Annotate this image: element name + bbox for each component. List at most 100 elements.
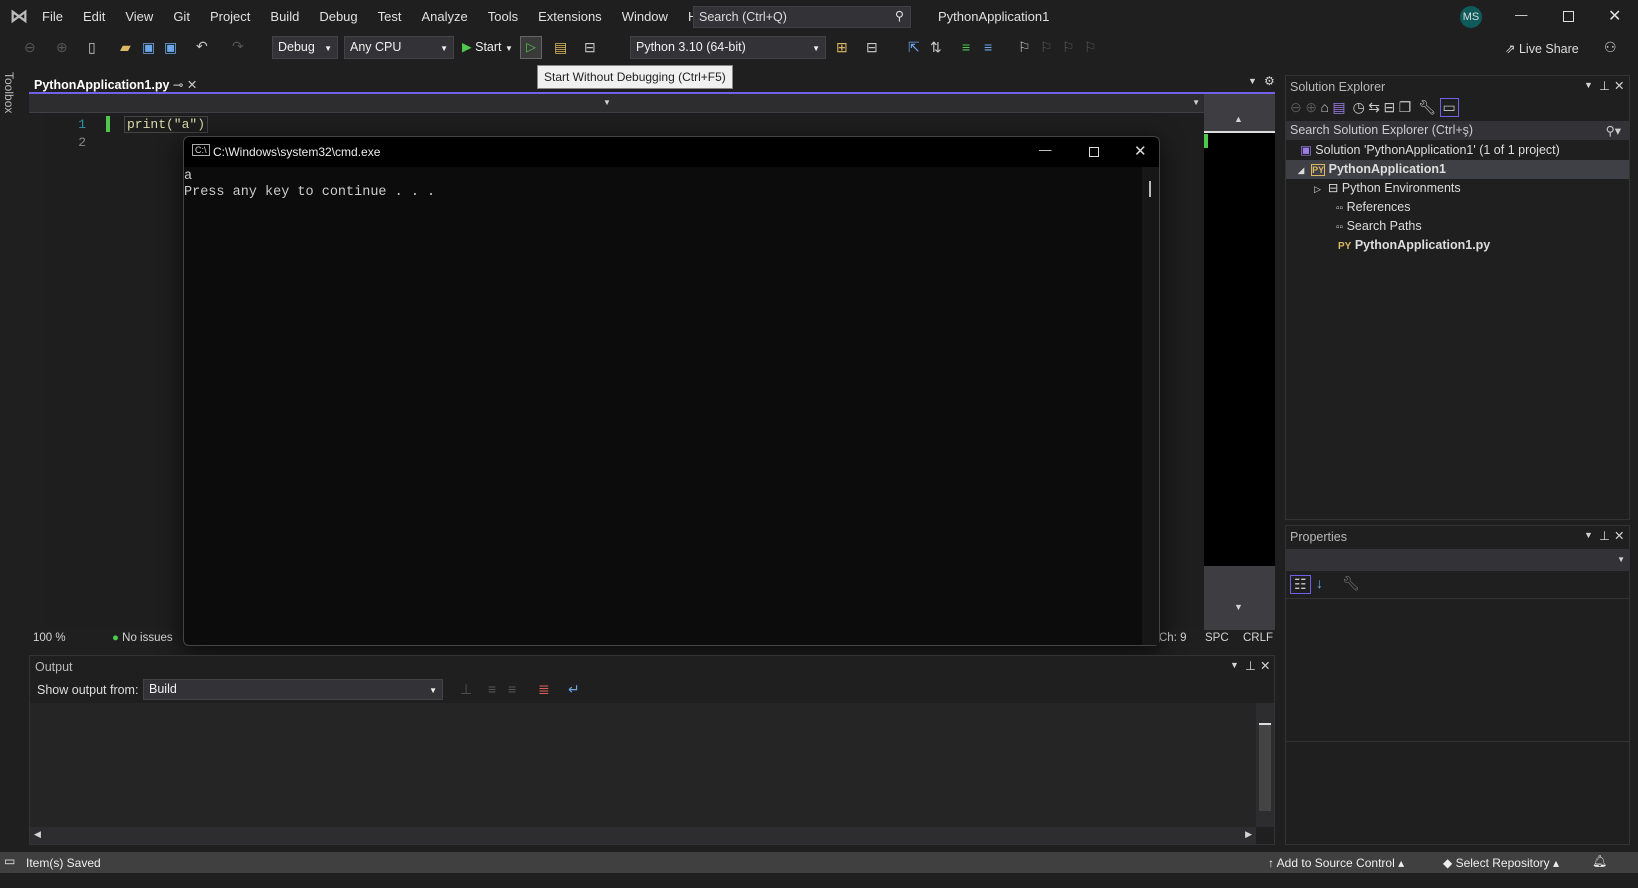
package-icon[interactable]: ⊞ [836, 39, 848, 56]
expanded-icon[interactable]: ◢ [1298, 166, 1304, 175]
prev-bookmark-icon[interactable]: ⚐ [1040, 39, 1053, 56]
settings-icon[interactable]: ⚙ [1264, 74, 1275, 88]
menu-debug[interactable]: Debug [319, 9, 357, 24]
minimize-button[interactable]: — [1515, 8, 1528, 22]
configuration-dropdown[interactable]: Debug ▼ [272, 36, 338, 59]
property-pages-icon[interactable]: 🔧︎ [1342, 575, 1360, 592]
menu-test[interactable]: Test [378, 9, 402, 24]
cmd-window[interactable]: C:\ C:\Windows\system32\cmd.exe — ✕ a Pr… [183, 136, 1160, 646]
open-folder-icon[interactable]: ▰ [120, 39, 131, 56]
prev-message-icon[interactable]: ≡ [488, 681, 496, 697]
show-all-files-icon[interactable]: ❐ [1399, 99, 1412, 116]
new-project-icon[interactable]: ▯ [88, 39, 96, 56]
spacing-indicator[interactable]: SPC [1205, 632, 1229, 644]
search-input[interactable]: Search (Ctrl+Q) ⚲ [693, 6, 911, 28]
alphabetical-icon[interactable]: ↓ [1316, 575, 1323, 591]
solution-search-input[interactable]: Search Solution Explorer (Ctrl+ş) ⚲▾ [1286, 121, 1629, 140]
next-message-icon[interactable]: ≡ [508, 681, 516, 697]
tree-item-project[interactable]: ◢ PY PythonApplication1 [1286, 160, 1629, 179]
menu-build[interactable]: Build [270, 9, 299, 24]
menu-analyze[interactable]: Analyze [421, 9, 467, 24]
save-all-icon[interactable]: ▣ [164, 39, 177, 56]
tree-item-search-paths[interactable]: ▫▫ Search Paths [1286, 217, 1629, 236]
menu-window[interactable]: Window [622, 9, 668, 24]
cmd-scrollbar[interactable] [1142, 167, 1159, 645]
tree-item-references[interactable]: ▫▫ References [1286, 198, 1629, 217]
output-source-dropdown[interactable]: Build ▼ [143, 679, 443, 700]
find-message-icon[interactable]: ⊥ [460, 681, 472, 698]
cmd-minimize-button[interactable]: — [1039, 143, 1052, 157]
toolbox-tab[interactable]: Toolbox [2, 72, 16, 113]
platform-dropdown[interactable]: Any CPU ▼ [344, 36, 454, 59]
preview-icon[interactable]: ▭ [1439, 98, 1459, 117]
panel-close-icon[interactable]: ✕ [1614, 528, 1624, 543]
save-icon[interactable]: ▣ [142, 39, 155, 56]
add-to-source-control-button[interactable]: ↑ Add to Source Control ▴ [1268, 856, 1404, 870]
close-button[interactable]: ✕ [1608, 6, 1621, 26]
menu-project[interactable]: Project [210, 9, 250, 24]
output-vertical-scrollbar[interactable] [1256, 703, 1274, 827]
panel-menu-icon[interactable]: ▼ [1230, 660, 1239, 670]
forward-icon[interactable]: ⊕ [1305, 99, 1317, 116]
collapse-all-icon[interactable]: ⊟ [1384, 99, 1396, 116]
maximize-button[interactable] [1563, 11, 1574, 22]
menu-extensions[interactable]: Extensions [538, 9, 602, 24]
home-icon[interactable]: ⌂ [1320, 99, 1328, 115]
undo-icon[interactable]: ↶ [196, 38, 208, 55]
pending-changes-icon[interactable]: ◷ [1353, 99, 1365, 116]
tree-item-solution[interactable]: ▣ Solution 'PythonApplication1' (1 of 1 … [1286, 141, 1629, 160]
menu-view[interactable]: View [125, 9, 153, 24]
panel-close-icon[interactable]: ✕ [1614, 78, 1624, 93]
bookmark-icon[interactable]: ⚐ [1018, 39, 1031, 56]
menu-file[interactable]: File [42, 9, 63, 24]
next-bookmark-icon[interactable]: ⚐ [1062, 39, 1075, 56]
zoom-dropdown[interactable]: 100 % [33, 632, 66, 644]
collapsed-icon[interactable]: ▷ [1314, 184, 1321, 194]
panel-pin-icon[interactable]: ⊥ [1599, 78, 1610, 93]
live-share-button[interactable]: ⇗ Live Share [1505, 41, 1579, 56]
python-environment-dropdown[interactable]: Python 3.10 (64-bit) ▼ [630, 36, 826, 59]
panel-menu-icon[interactable]: ▼ [1584, 80, 1593, 90]
line-ending-indicator[interactable]: CRLF [1243, 632, 1273, 644]
redo-icon[interactable]: ↷ [232, 38, 244, 55]
back-icon[interactable]: ⊖ [1290, 99, 1302, 116]
cmd-maximize-button[interactable] [1089, 147, 1099, 157]
switch-views-icon[interactable]: ▤ [1332, 99, 1345, 116]
sync-icon[interactable]: ⇆ [1368, 99, 1380, 116]
tree-item-python-environments[interactable]: ▷ ⊟ Python Environments [1286, 179, 1629, 198]
start-without-debugging-button[interactable]: ▷ [520, 36, 542, 59]
notifications-bell-icon[interactable]: 🔔︎ [1592, 854, 1607, 868]
close-tab-icon[interactable]: ✕ [187, 78, 197, 92]
categorized-icon[interactable]: ☷ [1290, 575, 1311, 594]
layout-icon[interactable]: ⊟ [584, 39, 596, 56]
step-icon[interactable]: ⇱ [908, 39, 920, 56]
comment-icon[interactable]: ≡ [962, 39, 970, 55]
clear-all-icon[interactable]: ≣ [538, 681, 550, 698]
tree-item-python-file[interactable]: PY PythonApplication1.py [1286, 236, 1629, 255]
menu-edit[interactable]: Edit [83, 9, 105, 24]
select-repository-button[interactable]: ◆ Select Repository ▴ [1443, 856, 1559, 870]
output-text-area[interactable] [30, 703, 1256, 827]
panel-pin-icon[interactable]: ⊥ [1599, 528, 1610, 543]
uncomment-icon[interactable]: ≡ [984, 39, 992, 55]
clear-bookmarks-icon[interactable]: ⚐ [1084, 39, 1097, 56]
code-line[interactable]: print("a") [124, 116, 209, 133]
window-layout-icon[interactable]: ⊟ [866, 39, 878, 56]
menu-git[interactable]: Git [173, 9, 190, 24]
panel-pin-icon[interactable]: ⊥ [1245, 658, 1256, 673]
pin-icon[interactable]: ⊸ [173, 78, 183, 92]
back-icon[interactable]: ⊖ [24, 39, 36, 56]
cmd-close-button[interactable]: ✕ [1134, 142, 1147, 160]
editor-scrollbar[interactable]: ▲ ▼ [1204, 94, 1275, 630]
compare-icon[interactable]: ⇅ [930, 39, 942, 56]
panel-menu-icon[interactable]: ▼ [1584, 530, 1593, 540]
object-selector-dropdown[interactable]: ▼ [1286, 549, 1629, 571]
avatar[interactable]: MS [1460, 6, 1482, 28]
panel-close-icon[interactable]: ✕ [1260, 658, 1270, 673]
feedback-icon[interactable]: ⚇ [1604, 39, 1617, 56]
menu-tools[interactable]: Tools [488, 9, 518, 24]
tab-overflow-icon[interactable]: ▼ [1248, 76, 1257, 86]
forward-icon[interactable]: ⊕ [56, 39, 68, 56]
output-horizontal-scrollbar[interactable]: ◀ ▶ [30, 827, 1256, 844]
start-button[interactable]: ▶ Start ▼ [462, 39, 513, 54]
